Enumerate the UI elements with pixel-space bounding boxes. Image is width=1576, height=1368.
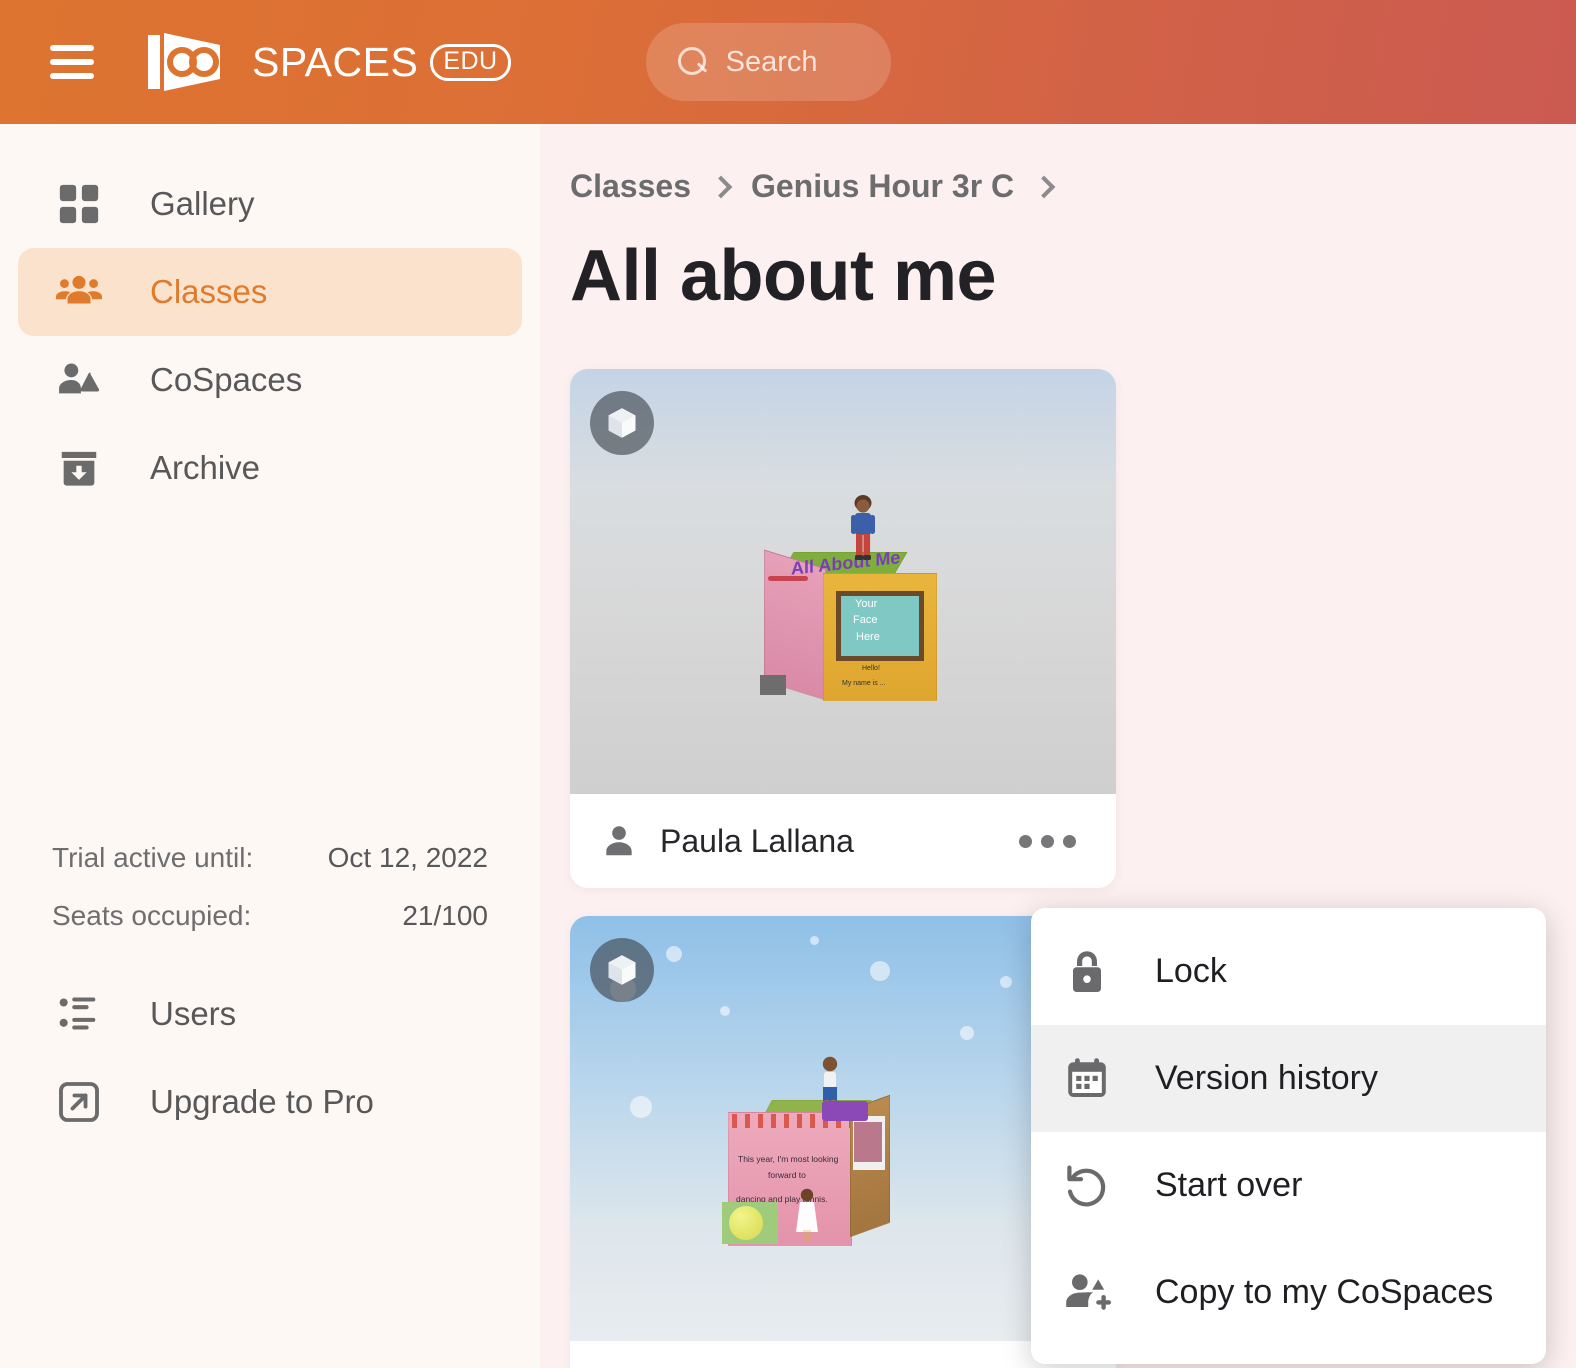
sidebar-item-label: Gallery	[150, 185, 255, 223]
logo-edu-badge: EDU	[430, 44, 510, 81]
sidebar-item-label: Users	[150, 995, 236, 1033]
sidebar-item-upgrade-to-pro[interactable]: Upgrade to Pro	[18, 1058, 522, 1146]
sidebar-item-gallery[interactable]: Gallery	[18, 160, 522, 248]
sidebar: Gallery Classes	[0, 124, 540, 1368]
context-menu-item-lock[interactable]: Lock	[1031, 918, 1546, 1025]
grid-icon	[56, 181, 102, 227]
chevron-right-icon	[710, 175, 733, 198]
breadcrumb: Classes Genius Hour 3r C	[570, 168, 1576, 205]
context-menu-item-label: Copy to my CoSpaces	[1155, 1273, 1493, 1312]
hamburger-icon[interactable]	[50, 45, 94, 79]
calendar-icon	[1063, 1055, 1111, 1103]
context-menu-item-label: Start over	[1155, 1166, 1302, 1205]
seats-occupied-value: 21/100	[402, 900, 488, 932]
sidebar-bottom-nav: Users Upgrade to Pro	[0, 970, 540, 1146]
cospaces-logo[interactable]: SPACES EDU	[142, 29, 511, 95]
card-context-menu: Lock Version history	[1031, 908, 1546, 1364]
trial-active-row: Trial active until: Oct 12, 2022	[52, 842, 488, 874]
archive-download-icon	[56, 445, 102, 491]
trial-active-value: Oct 12, 2022	[328, 842, 488, 874]
cospace-owner-name: Paula Lallana	[660, 823, 1005, 860]
cospace-card-footer: Paula Lallana	[570, 794, 1116, 888]
context-menu-item-copy-to-my-cospaces[interactable]: Copy to my CoSpaces	[1031, 1239, 1546, 1346]
sidebar-item-label: CoSpaces	[150, 361, 302, 399]
chevron-right-icon	[1033, 175, 1056, 198]
sidebar-item-label: Classes	[150, 273, 267, 311]
context-menu-item-version-history[interactable]: Version history	[1031, 1025, 1546, 1132]
person-add-icon	[1063, 1269, 1111, 1317]
undo-arrow-icon	[1063, 1162, 1111, 1210]
trial-info: Trial active until: Oct 12, 2022 Seats o…	[0, 842, 540, 932]
seats-occupied-label: Seats occupied:	[52, 900, 251, 932]
seats-occupied-row: Seats occupied: 21/100	[52, 900, 488, 932]
cube-3d-icon[interactable]	[590, 938, 654, 1002]
breadcrumb-item-class[interactable]: Genius Hour 3r C	[751, 168, 1014, 205]
breadcrumb-item-classes[interactable]: Classes	[570, 168, 691, 205]
cospace-card[interactable]: All About Me Your Face Here Hello! My na…	[570, 369, 1116, 888]
sidebar-item-label: Archive	[150, 449, 260, 487]
more-options-icon[interactable]	[1005, 821, 1090, 862]
context-menu-item-label: Version history	[1155, 1059, 1378, 1098]
context-menu-item-start-over[interactable]: Start over	[1031, 1132, 1546, 1239]
trial-active-label: Trial active until:	[52, 842, 253, 874]
cube-3d-icon[interactable]	[590, 391, 654, 455]
person-icon	[600, 822, 638, 860]
sidebar-item-archive[interactable]: Archive	[18, 424, 522, 512]
people-group-icon	[56, 269, 102, 315]
context-menu-item-label: Lock	[1155, 952, 1227, 991]
sidebar-item-users[interactable]: Users	[18, 970, 522, 1058]
logo-wordmark: SPACES	[252, 39, 418, 86]
person-scene-icon	[56, 357, 102, 403]
sidebar-item-cospaces[interactable]: CoSpaces	[18, 336, 522, 424]
app-root: SPACES EDU Search Gallery	[0, 0, 1576, 1368]
page-title: All about me	[570, 235, 1576, 317]
sidebar-item-classes[interactable]: Classes	[18, 248, 522, 336]
co-logo-icon	[142, 29, 242, 95]
lock-icon	[1063, 948, 1111, 996]
external-link-icon	[56, 1079, 102, 1125]
search-input[interactable]: Search	[646, 23, 891, 101]
cospace-thumbnail[interactable]: All About Me Your Face Here Hello! My na…	[570, 369, 1116, 794]
search-placeholder: Search	[726, 46, 818, 79]
list-users-icon	[56, 991, 102, 1037]
top-header: SPACES EDU Search	[0, 0, 1576, 124]
sidebar-item-label: Upgrade to Pro	[150, 1083, 374, 1121]
search-icon	[678, 47, 708, 77]
